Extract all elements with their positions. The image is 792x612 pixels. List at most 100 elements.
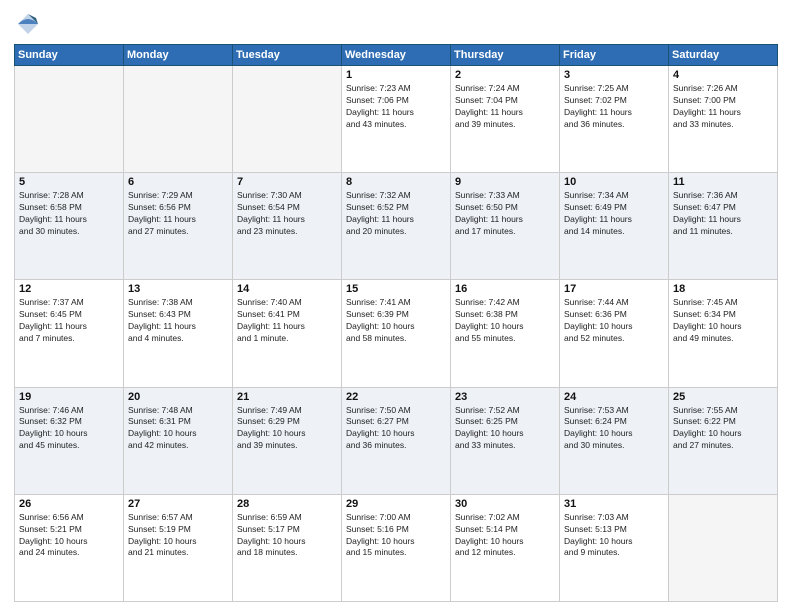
day-number: 24 bbox=[564, 391, 664, 403]
day-info: Sunrise: 7:45 AM Sunset: 6:34 PM Dayligh… bbox=[673, 297, 773, 345]
day-info: Sunrise: 7:49 AM Sunset: 6:29 PM Dayligh… bbox=[237, 405, 337, 453]
day-number: 7 bbox=[237, 176, 337, 188]
day-info: Sunrise: 7:23 AM Sunset: 7:06 PM Dayligh… bbox=[346, 83, 446, 131]
day-info: Sunrise: 6:59 AM Sunset: 5:17 PM Dayligh… bbox=[237, 512, 337, 560]
header bbox=[14, 10, 778, 38]
day-info: Sunrise: 7:29 AM Sunset: 6:56 PM Dayligh… bbox=[128, 190, 228, 238]
day-info: Sunrise: 7:34 AM Sunset: 6:49 PM Dayligh… bbox=[564, 190, 664, 238]
day-info: Sunrise: 7:25 AM Sunset: 7:02 PM Dayligh… bbox=[564, 83, 664, 131]
empty-cell bbox=[124, 66, 233, 173]
day-cell-22: 22 Sunrise: 7:50 AM Sunset: 6:27 PM Dayli… bbox=[342, 387, 451, 494]
day-number: 23 bbox=[455, 391, 555, 403]
day-number: 15 bbox=[346, 283, 446, 295]
day-cell-26: 26 Sunrise: 6:56 AM Sunset: 5:21 PM Dayli… bbox=[15, 494, 124, 601]
day-info: Sunrise: 7:50 AM Sunset: 6:27 PM Dayligh… bbox=[346, 405, 446, 453]
day-cell-27: 27Sunrise: 6:57 AM Sunset: 5:19 PM Dayli… bbox=[124, 494, 233, 601]
calendar-week-2: 5 Sunrise: 7:28 AM Sunset: 6:58 PM Daylig… bbox=[15, 173, 778, 280]
day-number: 10 bbox=[564, 176, 664, 188]
day-number: 29 bbox=[346, 498, 446, 510]
day-cell-28: 28 Sunrise: 6:59 AM Sunset: 5:17 PM Dayli… bbox=[233, 494, 342, 601]
calendar-week-3: 12 Sunrise: 7:37 AM Sunset: 6:45 PM Dayli… bbox=[15, 280, 778, 387]
day-info: Sunrise: 7:46 AM Sunset: 6:32 PM Dayligh… bbox=[19, 405, 119, 453]
day-cell-16: 16 Sunrise: 7:42 AM Sunset: 6:38 PM Dayli… bbox=[451, 280, 560, 387]
day-cell-7: 7 Sunrise: 7:30 AM Sunset: 6:54 PM Daylig… bbox=[233, 173, 342, 280]
day-info: Sunrise: 7:37 AM Sunset: 6:45 PM Dayligh… bbox=[19, 297, 119, 345]
day-number: 27 bbox=[128, 498, 228, 510]
day-info: Sunrise: 7:02 AM Sunset: 5:14 PM Dayligh… bbox=[455, 512, 555, 560]
day-number: 30 bbox=[455, 498, 555, 510]
day-number: 26 bbox=[19, 498, 119, 510]
day-header-wednesday: Wednesday bbox=[342, 45, 451, 66]
day-cell-6: 6 Sunrise: 7:29 AM Sunset: 6:56 PM Daylig… bbox=[124, 173, 233, 280]
day-header-tuesday: Tuesday bbox=[233, 45, 342, 66]
day-cell-17: 17Sunrise: 7:44 AM Sunset: 6:36 PM Dayli… bbox=[560, 280, 669, 387]
day-number: 28 bbox=[237, 498, 337, 510]
day-header-sunday: Sunday bbox=[15, 45, 124, 66]
day-info: Sunrise: 6:56 AM Sunset: 5:21 PM Dayligh… bbox=[19, 512, 119, 560]
day-number: 9 bbox=[455, 176, 555, 188]
day-cell-20: 20 Sunrise: 7:48 AM Sunset: 6:31 PM Dayli… bbox=[124, 387, 233, 494]
logo bbox=[14, 10, 45, 38]
day-number: 11 bbox=[673, 176, 773, 188]
day-info: Sunrise: 7:40 AM Sunset: 6:41 PM Dayligh… bbox=[237, 297, 337, 345]
day-number: 4 bbox=[673, 69, 773, 81]
day-number: 22 bbox=[346, 391, 446, 403]
day-header-friday: Friday bbox=[560, 45, 669, 66]
day-number: 3 bbox=[564, 69, 664, 81]
day-number: 8 bbox=[346, 176, 446, 188]
day-header-saturday: Saturday bbox=[669, 45, 778, 66]
day-number: 6 bbox=[128, 176, 228, 188]
calendar-week-5: 26 Sunrise: 6:56 AM Sunset: 5:21 PM Dayli… bbox=[15, 494, 778, 601]
day-info: Sunrise: 7:33 AM Sunset: 6:50 PM Dayligh… bbox=[455, 190, 555, 238]
day-cell-5: 5 Sunrise: 7:28 AM Sunset: 6:58 PM Daylig… bbox=[15, 173, 124, 280]
day-info: Sunrise: 7:52 AM Sunset: 6:25 PM Dayligh… bbox=[455, 405, 555, 453]
day-info: Sunrise: 7:26 AM Sunset: 7:00 PM Dayligh… bbox=[673, 83, 773, 131]
day-cell-18: 18 Sunrise: 7:45 AM Sunset: 6:34 PM Dayli… bbox=[669, 280, 778, 387]
day-number: 19 bbox=[19, 391, 119, 403]
day-info: Sunrise: 7:28 AM Sunset: 6:58 PM Dayligh… bbox=[19, 190, 119, 238]
day-header-monday: Monday bbox=[124, 45, 233, 66]
day-cell-4: 4 Sunrise: 7:26 AM Sunset: 7:00 PM Daylig… bbox=[669, 66, 778, 173]
day-cell-19: 19 Sunrise: 7:46 AM Sunset: 6:32 PM Dayli… bbox=[15, 387, 124, 494]
day-info: Sunrise: 7:03 AM Sunset: 5:13 PM Dayligh… bbox=[564, 512, 664, 560]
day-info: Sunrise: 7:24 AM Sunset: 7:04 PM Dayligh… bbox=[455, 83, 555, 131]
day-info: Sunrise: 7:42 AM Sunset: 6:38 PM Dayligh… bbox=[455, 297, 555, 345]
logo-icon bbox=[14, 10, 42, 38]
empty-cell bbox=[233, 66, 342, 173]
day-cell-12: 12 Sunrise: 7:37 AM Sunset: 6:45 PM Dayli… bbox=[15, 280, 124, 387]
day-info: Sunrise: 7:48 AM Sunset: 6:31 PM Dayligh… bbox=[128, 405, 228, 453]
day-number: 21 bbox=[237, 391, 337, 403]
day-number: 2 bbox=[455, 69, 555, 81]
day-number: 18 bbox=[673, 283, 773, 295]
day-info: Sunrise: 7:53 AM Sunset: 6:24 PM Dayligh… bbox=[564, 405, 664, 453]
day-number: 25 bbox=[673, 391, 773, 403]
day-number: 13 bbox=[128, 283, 228, 295]
day-info: Sunrise: 7:38 AM Sunset: 6:43 PM Dayligh… bbox=[128, 297, 228, 345]
day-cell-30: 30 Sunrise: 7:02 AM Sunset: 5:14 PM Dayli… bbox=[451, 494, 560, 601]
day-cell-8: 8 Sunrise: 7:32 AM Sunset: 6:52 PM Daylig… bbox=[342, 173, 451, 280]
empty-cell bbox=[669, 494, 778, 601]
calendar-week-4: 19 Sunrise: 7:46 AM Sunset: 6:32 PM Dayli… bbox=[15, 387, 778, 494]
day-number: 12 bbox=[19, 283, 119, 295]
day-info: Sunrise: 7:32 AM Sunset: 6:52 PM Dayligh… bbox=[346, 190, 446, 238]
day-cell-10: 10 Sunrise: 7:34 AM Sunset: 6:49 PM Dayli… bbox=[560, 173, 669, 280]
day-header-thursday: Thursday bbox=[451, 45, 560, 66]
day-number: 20 bbox=[128, 391, 228, 403]
calendar-container: SundayMondayTuesdayWednesdayThursdayFrid… bbox=[0, 0, 792, 612]
day-cell-2: 2 Sunrise: 7:24 AM Sunset: 7:04 PM Daylig… bbox=[451, 66, 560, 173]
empty-cell bbox=[15, 66, 124, 173]
day-info: Sunrise: 7:41 AM Sunset: 6:39 PM Dayligh… bbox=[346, 297, 446, 345]
day-cell-14: 14Sunrise: 7:40 AM Sunset: 6:41 PM Dayli… bbox=[233, 280, 342, 387]
day-cell-11: 11Sunrise: 7:36 AM Sunset: 6:47 PM Dayli… bbox=[669, 173, 778, 280]
calendar-table: SundayMondayTuesdayWednesdayThursdayFrid… bbox=[14, 44, 778, 602]
day-number: 1 bbox=[346, 69, 446, 81]
day-cell-23: 23 Sunrise: 7:52 AM Sunset: 6:25 PM Dayli… bbox=[451, 387, 560, 494]
calendar-week-1: 1 Sunrise: 7:23 AM Sunset: 7:06 PM Daylig… bbox=[15, 66, 778, 173]
day-info: Sunrise: 7:30 AM Sunset: 6:54 PM Dayligh… bbox=[237, 190, 337, 238]
day-number: 31 bbox=[564, 498, 664, 510]
day-cell-15: 15 Sunrise: 7:41 AM Sunset: 6:39 PM Dayli… bbox=[342, 280, 451, 387]
day-number: 5 bbox=[19, 176, 119, 188]
day-number: 16 bbox=[455, 283, 555, 295]
day-cell-29: 29Sunrise: 7:00 AM Sunset: 5:16 PM Dayli… bbox=[342, 494, 451, 601]
day-cell-31: 31 Sunrise: 7:03 AM Sunset: 5:13 PM Dayli… bbox=[560, 494, 669, 601]
